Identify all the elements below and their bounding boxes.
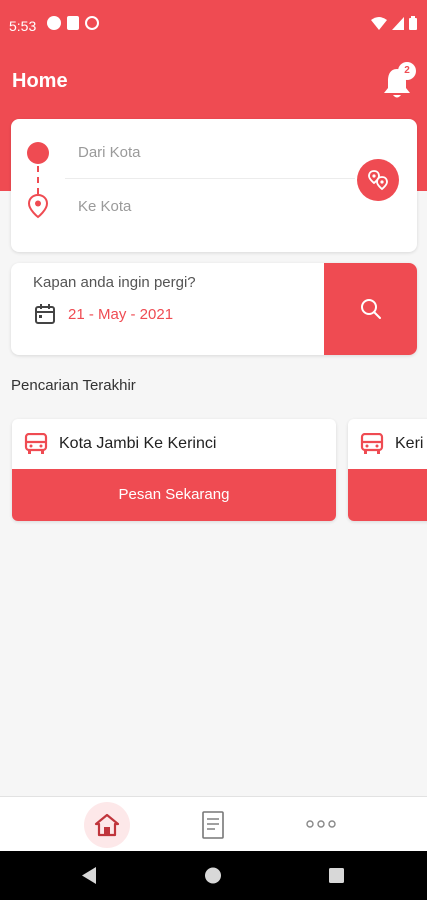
status-bar: 5:53: [0, 0, 427, 52]
recent-searches-title: Pencarian Terakhir: [11, 377, 136, 394]
back-icon[interactable]: [82, 867, 96, 884]
route-divider: [65, 178, 355, 179]
status-time: 5:53: [9, 18, 37, 34]
route-dashed-line: [37, 166, 39, 194]
location-pins-icon: [368, 170, 388, 191]
signal-icon: [392, 17, 404, 30]
route-card: Dari Kota Ke Kota: [11, 119, 417, 252]
search-button[interactable]: [324, 263, 417, 355]
location-pins-button[interactable]: [357, 159, 399, 201]
calendar-icon: [35, 304, 55, 324]
bus-icon: [24, 433, 48, 454]
from-city-field[interactable]: Dari Kota: [78, 144, 141, 161]
sync-icon: [85, 16, 99, 30]
date-card[interactable]: Kapan anda ingin pergi? 21 - May - 2021: [11, 263, 417, 355]
destination-pin-icon: [27, 193, 49, 219]
battery-icon: [409, 16, 417, 30]
page-title: Home: [12, 70, 68, 92]
recent-search-header: Kota Jambi Ke Kerinci: [12, 419, 336, 469]
recent-route-label: Keri: [395, 435, 424, 452]
wifi-icon: [371, 17, 387, 30]
system-navigation-bar: [0, 851, 427, 900]
origin-dot-icon: [27, 142, 49, 164]
more-icon[interactable]: [306, 818, 336, 830]
date-question: Kapan anda ingin pergi?: [33, 274, 196, 291]
home-icon: [94, 813, 120, 837]
bus-icon: [360, 433, 384, 454]
bottom-navigation: [0, 796, 427, 851]
recent-search-card[interactable]: Keri: [348, 419, 427, 521]
recent-route-label: Kota Jambi Ke Kerinci: [59, 435, 217, 452]
home-system-icon[interactable]: [205, 867, 221, 884]
nav-home[interactable]: [84, 802, 130, 848]
recent-search-header: Keri: [348, 419, 427, 469]
system-nav-icons: [82, 867, 344, 884]
status-system-icons: [371, 16, 417, 30]
book-now-button[interactable]: Pesan Sekarang: [12, 469, 336, 521]
status-notification-icons: [47, 16, 99, 30]
status-dot-icon: [47, 16, 61, 30]
recents-icon[interactable]: [329, 868, 344, 883]
search-icon: [360, 299, 381, 319]
recent-search-card[interactable]: Kota Jambi Ke Kerinci Pesan Sekarang: [12, 419, 336, 521]
departure-date[interactable]: 21 - May - 2021: [68, 306, 173, 323]
notification-badge: 2: [398, 62, 416, 80]
book-now-button[interactable]: [348, 469, 427, 521]
to-city-field[interactable]: Ke Kota: [78, 198, 131, 215]
document-icon[interactable]: [201, 811, 225, 839]
sim-card-icon: [67, 16, 79, 30]
